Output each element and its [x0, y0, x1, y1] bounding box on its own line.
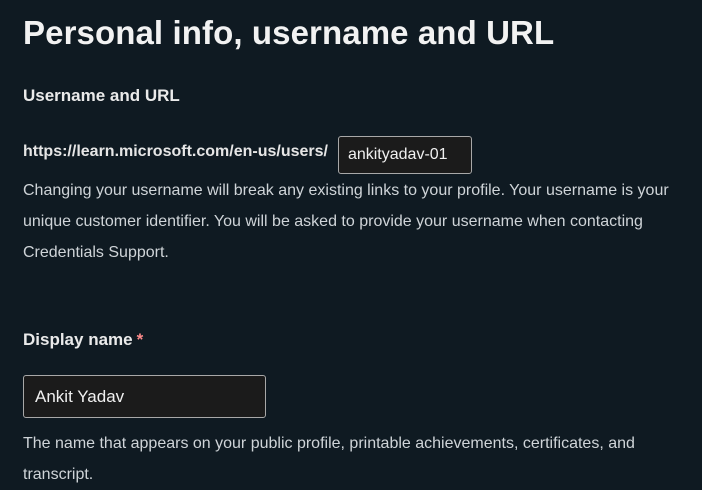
profile-url-prefix: https://learn.microsoft.com/en-us/users/: [23, 143, 328, 160]
profile-url-row: https://learn.microsoft.com/en-us/users/: [23, 136, 472, 174]
username-help-text: Changing your username will break any ex…: [23, 182, 669, 261]
display-name-label-text: Display name: [23, 330, 133, 349]
display-name-input[interactable]: [23, 375, 266, 418]
username-section-heading: Username and URL: [23, 86, 180, 105]
display-name-label: Display name *: [23, 330, 143, 350]
required-marker: *: [136, 330, 144, 349]
username-input[interactable]: [337, 136, 472, 174]
display-name-help-text: The name that appears on your public pro…: [23, 435, 635, 483]
page-title: Personal info, username and URL: [23, 14, 555, 51]
